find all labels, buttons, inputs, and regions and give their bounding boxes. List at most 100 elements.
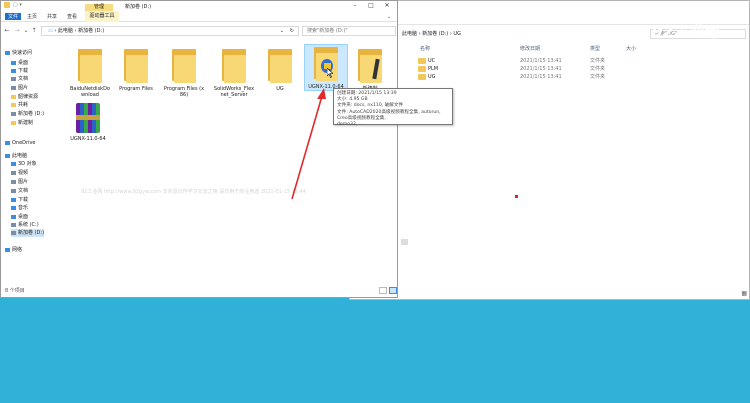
forward-arrow-icon[interactable]: → [13, 26, 21, 36]
site-logo: 92工业网 [652, 18, 736, 44]
sidebar-item[interactable]: 快速访问 [5, 49, 32, 57]
address-bar[interactable]: ▭ › 此电脑 › 新加卷 (D:) ⌄ ↻ [41, 26, 299, 36]
sidebar-item-label: 桌面 [18, 60, 29, 66]
drive-icon [11, 222, 16, 227]
refresh-icon[interactable]: ↻ [290, 27, 294, 35]
sidebar-item-label: 新建制 [18, 120, 34, 126]
sidebar-item[interactable]: 桌面 [11, 213, 28, 221]
sidebar-item-label: 系统 (C:) [18, 222, 39, 228]
column-header-size[interactable]: 大小 [626, 45, 636, 52]
close-icon[interactable]: ✕ [379, 1, 395, 11]
column-header-modified[interactable]: 修改日期 [520, 45, 540, 52]
breadcrumb-item[interactable]: UG [453, 31, 461, 37]
sidebar-item[interactable]: 3D 对象 [11, 160, 37, 168]
folder-icon [122, 47, 150, 83]
sidebar-item[interactable]: 桌面 [11, 59, 28, 67]
table-row[interactable]: PLM 2021/1/15 13:41 文件夹 [410, 65, 749, 73]
maximize-icon[interactable]: □ [363, 1, 379, 11]
chevron-down-icon[interactable]: ⌄ [387, 14, 391, 20]
sidebar-item[interactable]: 下载 [11, 67, 28, 75]
folder-item[interactable]: SolidWorks_Flexnet_Server [213, 47, 255, 98]
item-label: Program Files [119, 86, 153, 92]
folder-icon [220, 47, 248, 83]
folder-item[interactable]: Program Files (x86) [163, 47, 205, 98]
breadcrumb[interactable]: 此电脑 › 新加卷 (D:) › UG [382, 29, 632, 39]
folder-icon [76, 47, 104, 83]
folder-icon [356, 47, 384, 83]
tab-view[interactable]: 查看 [67, 13, 77, 20]
chevron-down-icon[interactable]: ⌄ [280, 27, 284, 35]
folder-icon [11, 94, 16, 99]
context-tab-manage[interactable]: 管理 [85, 4, 113, 11]
sidebar-item-label: OneDrive [12, 140, 36, 146]
sidebar-item-label: 桌面 [18, 214, 29, 220]
column-header-type[interactable]: 类型 [590, 45, 600, 52]
sidebar-item[interactable]: 文档 [11, 187, 28, 195]
details-view-icon[interactable] [379, 287, 387, 294]
scrollbar-stub[interactable] [401, 239, 408, 245]
table-row[interactable]: UG 2021/1/15 13:41 文件夹 [410, 73, 749, 81]
breadcrumb-item[interactable]: 此电脑 [402, 31, 417, 37]
folder-item[interactable]: BaiduNetdiskDownload [69, 47, 111, 98]
sidebar-item[interactable]: 此电脑 [5, 152, 27, 160]
minimize-icon[interactable]: – [347, 1, 363, 11]
sidebar-item-label: 网络 [12, 247, 23, 253]
sidebar-item[interactable]: 视频 [11, 169, 28, 177]
folder-icon [312, 45, 340, 81]
sidebar-item-label: 韶律资源 [18, 94, 39, 100]
music-icon [11, 205, 16, 210]
row-modified: 2021/1/15 13:41 [520, 66, 562, 72]
file-view: BaiduNetdiskDownload Program Files Program… [65, 41, 397, 283]
folder-item[interactable]: UGNX-11.0-64 [304, 44, 348, 91]
folder-item[interactable]: 新建制 [349, 47, 391, 92]
sidebar-item[interactable]: 共耗 [11, 101, 28, 109]
picture-icon [11, 179, 16, 184]
tab-home[interactable]: 主页 [27, 13, 37, 20]
folder-icon [266, 47, 294, 83]
desktop-icon [11, 60, 16, 65]
sidebar-item-label: 图片 [18, 85, 29, 91]
large-icons-view-icon[interactable] [389, 287, 397, 294]
sidebar-item[interactable]: 韶律资源 [11, 93, 38, 101]
table-row[interactable]: UC 2021/1/15 13:41 文件夹 [410, 57, 749, 65]
sidebar-item[interactable]: 图片 [11, 84, 28, 92]
download-icon [11, 197, 16, 202]
view-toggle-icon[interactable]: ▦ [741, 290, 747, 297]
sidebar-item[interactable]: 文档 [11, 75, 28, 83]
row-name: UC [428, 58, 436, 64]
item-label: BaiduNetdiskDownload [70, 86, 110, 98]
back-arrow-icon[interactable]: ← [3, 26, 11, 36]
sidebar-item[interactable]: 系统 (C:) [11, 221, 39, 229]
tab-share[interactable]: 共享 [47, 13, 57, 20]
archive-file[interactable]: UGNX-11.0-64 [67, 103, 109, 142]
item-label: UG [276, 86, 284, 92]
sidebar-item[interactable]: 网络 [5, 246, 22, 254]
column-header-name[interactable]: 名称 [420, 45, 430, 52]
sidebar-item[interactable]: OneDrive [5, 139, 36, 147]
sidebar-item[interactable]: 音乐 [11, 204, 28, 212]
sidebar-item[interactable]: 新加卷 (D:) [11, 229, 45, 237]
watermark: 92工业网 http://www.92gyw.com 本资源仅作学习交流之用 请… [81, 189, 306, 195]
navigation-bar: ← → ⌄ ↑ ▭ › 此电脑 › 新加卷 (D:) ⌄ ↻ 搜索"新加卷 (D… [1, 25, 397, 37]
sidebar-item[interactable]: 图片 [11, 178, 28, 186]
up-arrow-icon[interactable]: ↑ [30, 26, 38, 36]
sidebar-item[interactable]: 下载 [11, 196, 28, 204]
download-icon [11, 68, 16, 73]
sidebar-item[interactable]: 新建制 [11, 119, 33, 127]
quick-access-toolbar-icon[interactable]: ▢ ▾ [13, 2, 22, 8]
breadcrumb-item[interactable]: 此电脑 [58, 28, 73, 34]
breadcrumb-item[interactable]: 新加卷 (D:) [78, 28, 104, 34]
search-input[interactable]: 搜索"新加卷 (D:)" [302, 26, 396, 36]
sidebar-item[interactable]: 新加卷 (D:) [11, 110, 44, 118]
tab-file[interactable]: 文件 [5, 13, 22, 20]
recent-dropdown-icon[interactable]: ⌄ [22, 26, 30, 36]
breadcrumb-item[interactable]: 新加卷 (D:) [422, 31, 448, 37]
sidebar-item-label: 视频 [18, 170, 29, 176]
window-title: 新加卷 (D:) [125, 4, 152, 10]
row-name: PLM [428, 66, 439, 72]
sidebar-item-label: 3D 对象 [18, 161, 37, 167]
folder-item[interactable]: UG [259, 47, 301, 92]
folder-item[interactable]: Program Files [115, 47, 157, 92]
sidebar-item-label: 此电脑 [12, 153, 28, 159]
tab-drive-tools[interactable]: 驱动器工具 [85, 11, 119, 22]
